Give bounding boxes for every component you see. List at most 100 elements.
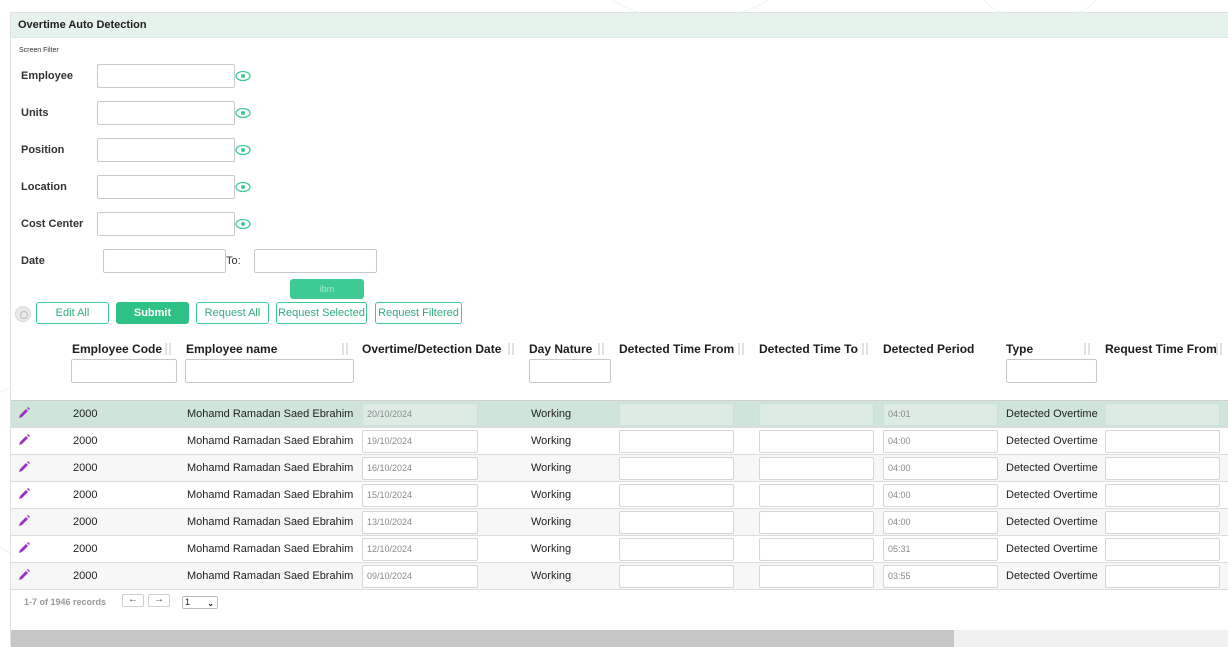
detected-time-from-field[interactable] bbox=[619, 430, 734, 453]
employee-name-cell: Mohamd Ramadan Saed Ebrahim bbox=[187, 570, 354, 582]
table-row[interactable]: 2000 Mohamd Ramadan Saed Ebrahim 19/10/202… bbox=[11, 428, 1228, 455]
detected-period-field[interactable]: 04:00 bbox=[883, 457, 998, 480]
detected-time-from-field[interactable] bbox=[619, 538, 734, 561]
eye-icon[interactable] bbox=[235, 70, 251, 82]
table-row[interactable]: 2000 Mohamd Ramadan Saed Ebrahim 09/10/202… bbox=[11, 563, 1228, 590]
toggle-circle[interactable] bbox=[15, 306, 31, 322]
pencil-icon[interactable] bbox=[17, 460, 31, 474]
col-detected-time-to[interactable]: Detected Time To bbox=[759, 342, 858, 356]
units-field[interactable] bbox=[97, 101, 235, 125]
date-from-field[interactable] bbox=[103, 249, 226, 273]
detected-time-to-field[interactable] bbox=[759, 565, 874, 588]
table-row[interactable]: 2000 Mohamd Ramadan Saed Ebrahim 12/10/202… bbox=[11, 536, 1228, 563]
pencil-icon[interactable] bbox=[17, 568, 31, 582]
day-nature-filter-input[interactable] bbox=[529, 359, 611, 383]
detected-period-field[interactable]: 03:55 bbox=[883, 565, 998, 588]
detection-date-field[interactable]: 19/10/2024 bbox=[362, 430, 478, 453]
prev-page-button[interactable]: ← bbox=[122, 594, 144, 607]
detected-time-to-field[interactable] bbox=[759, 484, 874, 507]
employee-code-cell: 2000 bbox=[73, 543, 98, 555]
employee-field[interactable] bbox=[97, 64, 235, 88]
sort-icon[interactable] bbox=[861, 342, 869, 356]
detected-time-to-field[interactable] bbox=[759, 511, 874, 534]
location-label: Location bbox=[21, 181, 67, 193]
detected-period-field[interactable]: 04:00 bbox=[883, 430, 998, 453]
detection-date-field[interactable]: 12/10/2024 bbox=[362, 538, 478, 561]
detected-time-to-field[interactable] bbox=[759, 430, 874, 453]
sort-icon[interactable] bbox=[737, 342, 745, 356]
position-field[interactable] bbox=[97, 138, 235, 162]
detected-time-from-field[interactable] bbox=[619, 565, 734, 588]
detected-time-to-field[interactable] bbox=[759, 538, 874, 561]
eye-icon[interactable] bbox=[235, 144, 251, 156]
pencil-icon[interactable] bbox=[17, 433, 31, 447]
detected-time-from-field[interactable] bbox=[619, 511, 734, 534]
pencil-icon[interactable] bbox=[17, 514, 31, 528]
submit-button[interactable]: Submit bbox=[116, 302, 189, 324]
col-type[interactable]: Type bbox=[1006, 342, 1033, 356]
type-cell: Detected Overtime bbox=[1006, 435, 1098, 447]
request-time-from-field[interactable] bbox=[1105, 484, 1220, 507]
request-time-from-field[interactable] bbox=[1105, 457, 1220, 480]
detected-period-field[interactable]: 04:00 bbox=[883, 484, 998, 507]
detected-period-field[interactable]: 04:01 bbox=[883, 403, 998, 426]
employee-name-cell: Mohamd Ramadan Saed Ebrahim bbox=[187, 462, 354, 474]
employee-name-filter-input[interactable] bbox=[185, 359, 354, 383]
request-time-from-field[interactable] bbox=[1105, 403, 1220, 426]
table-row[interactable]: 2000 Mohamd Ramadan Saed Ebrahim 16/10/202… bbox=[11, 455, 1228, 482]
horizontal-scrollbar[interactable] bbox=[11, 630, 1228, 647]
edit-all-button[interactable]: Edit All bbox=[36, 302, 109, 324]
type-filter-input[interactable] bbox=[1006, 359, 1097, 383]
next-page-button[interactable]: → bbox=[148, 594, 170, 607]
table-row[interactable]: 2000 Mohamd Ramadan Saed Ebrahim 13/10/202… bbox=[11, 509, 1228, 536]
request-filtered-button[interactable]: Request Filtered bbox=[375, 302, 462, 324]
page-select[interactable]: 1 ⌄ bbox=[182, 596, 218, 609]
request-selected-button[interactable]: Request Selected bbox=[276, 302, 367, 324]
detected-time-to-field[interactable] bbox=[759, 457, 874, 480]
detected-period-field[interactable]: 05:31 bbox=[883, 538, 998, 561]
detected-period-field[interactable]: 04:00 bbox=[883, 511, 998, 534]
col-detected-time-from[interactable]: Detected Time From bbox=[619, 342, 734, 356]
employee-code-filter-input[interactable] bbox=[71, 359, 177, 383]
scrollbar-thumb[interactable] bbox=[11, 630, 954, 647]
date-to-field[interactable] bbox=[254, 249, 377, 273]
detected-time-from-field[interactable] bbox=[619, 403, 734, 426]
sort-icon[interactable] bbox=[597, 342, 605, 356]
col-request-time-from[interactable]: Request Time From bbox=[1105, 342, 1217, 356]
col-detected-period[interactable]: Detected Period bbox=[883, 342, 974, 356]
eye-icon[interactable] bbox=[235, 181, 251, 193]
detected-time-to-field[interactable] bbox=[759, 403, 874, 426]
eye-icon[interactable] bbox=[235, 218, 251, 230]
table-row[interactable]: 2000 Mohamd Ramadan Saed Ebrahim 20/10/202… bbox=[11, 401, 1228, 428]
request-time-from-field[interactable] bbox=[1105, 511, 1220, 534]
sort-icon[interactable] bbox=[507, 342, 515, 356]
sort-icon[interactable] bbox=[341, 342, 349, 356]
sort-icon[interactable] bbox=[1215, 342, 1223, 356]
location-field[interactable] bbox=[97, 175, 235, 199]
col-detection-date[interactable]: Overtime/Detection Date bbox=[362, 342, 501, 356]
sort-icon[interactable] bbox=[1083, 342, 1091, 356]
table-row[interactable]: 2000 Mohamd Ramadan Saed Ebrahim 15/10/202… bbox=[11, 482, 1228, 509]
request-time-from-field[interactable] bbox=[1105, 565, 1220, 588]
detection-date-field[interactable]: 13/10/2024 bbox=[362, 511, 478, 534]
col-day-nature[interactable]: Day Nature bbox=[529, 342, 592, 356]
detection-date-field[interactable]: 15/10/2024 bbox=[362, 484, 478, 507]
sort-icon[interactable] bbox=[164, 342, 172, 356]
col-employee-code[interactable]: Employee Code bbox=[72, 342, 162, 356]
pencil-icon[interactable] bbox=[17, 541, 31, 555]
request-all-button[interactable]: Request All bbox=[196, 302, 269, 324]
col-employee-name[interactable]: Employee name bbox=[186, 342, 277, 356]
request-time-from-field[interactable] bbox=[1105, 538, 1220, 561]
pencil-icon[interactable] bbox=[17, 487, 31, 501]
detection-date-field[interactable]: 09/10/2024 bbox=[362, 565, 478, 588]
ibm-button[interactable]: ibm bbox=[290, 279, 364, 299]
employee-code-cell: 2000 bbox=[73, 408, 98, 420]
pencil-icon[interactable] bbox=[17, 406, 31, 420]
detected-time-from-field[interactable] bbox=[619, 457, 734, 480]
cost-center-field[interactable] bbox=[97, 212, 235, 236]
detection-date-field[interactable]: 20/10/2024 bbox=[362, 403, 478, 426]
eye-icon[interactable] bbox=[235, 107, 251, 119]
request-time-from-field[interactable] bbox=[1105, 430, 1220, 453]
detected-time-from-field[interactable] bbox=[619, 484, 734, 507]
detection-date-field[interactable]: 16/10/2024 bbox=[362, 457, 478, 480]
